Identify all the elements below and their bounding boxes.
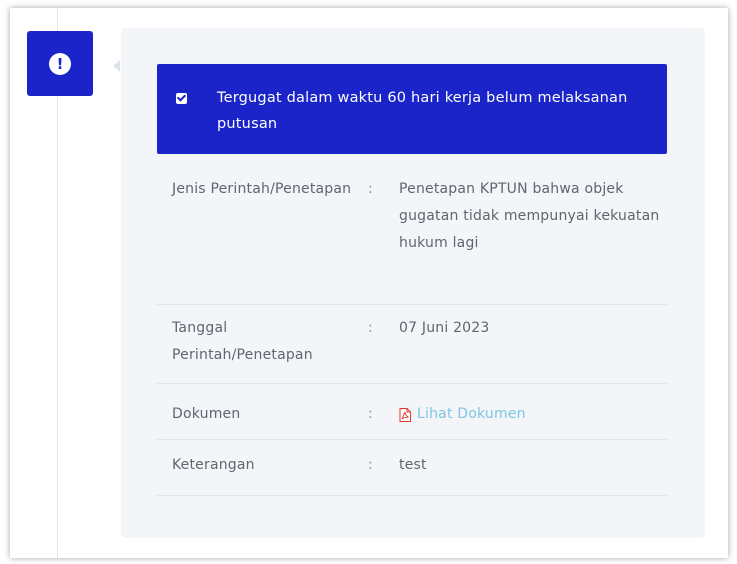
detail-value: test (399, 457, 427, 473)
detail-value: Lihat Dokumen (399, 401, 664, 432)
detail-label: Tanggal Perintah/Penetapan (172, 320, 313, 363)
card-caret (113, 60, 120, 72)
timeline-panel: ! Tergugat dalam waktu 60 hari kerja bel… (10, 8, 728, 558)
detail-label: Jenis Perintah/Penetapan (172, 181, 352, 197)
detail-separator: : (368, 457, 373, 473)
detail-row-tanggal: Tanggal Perintah/Penetapan : 07 Juni 202… (157, 305, 667, 384)
pdf-icon (399, 407, 411, 422)
check-icon (176, 93, 187, 104)
exclamation-icon: ! (49, 52, 71, 75)
detail-row-dokumen: Dokumen : Lihat Dokumen (157, 384, 667, 440)
detail-row-keterangan: Keterangan : test (157, 440, 667, 496)
detail-label: Dokumen (172, 406, 241, 422)
alert-text: Tergugat dalam waktu 60 hari kerja belum… (217, 90, 628, 132)
detail-value: 07 Juni 2023 (399, 320, 490, 336)
timeline-badge: ! (27, 31, 93, 96)
detail-label: Keterangan (172, 457, 255, 473)
view-document-link[interactable]: Lihat Dokumen (399, 401, 526, 428)
detail-separator: : (368, 320, 373, 336)
details-table: Jenis Perintah/Penetapan : Penetapan KPT… (157, 176, 667, 496)
view-document-label: Lihat Dokumen (417, 406, 526, 422)
detail-value: Penetapan KPTUN bahwa objek gugatan tida… (399, 181, 660, 251)
detail-separator: : (368, 181, 373, 197)
detail-separator: : (368, 406, 373, 422)
timeline-card: Tergugat dalam waktu 60 hari kerja belum… (121, 28, 705, 538)
alert-banner: Tergugat dalam waktu 60 hari kerja belum… (157, 64, 667, 154)
detail-row-jenis: Jenis Perintah/Penetapan : Penetapan KPT… (157, 176, 667, 305)
